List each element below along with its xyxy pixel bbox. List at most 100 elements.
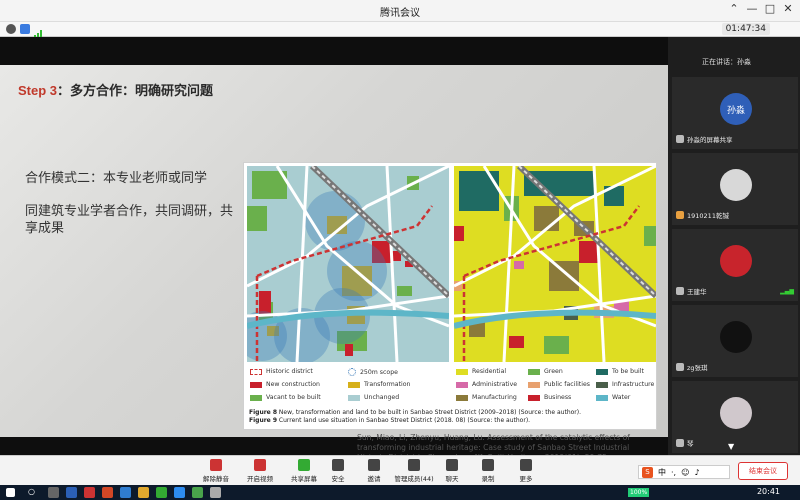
avatar bbox=[720, 397, 752, 429]
maximize-button[interactable]: □ bbox=[762, 2, 778, 15]
legend-swatch bbox=[250, 381, 262, 388]
land-use-figure: Historic district 250m scope New constru… bbox=[243, 162, 657, 430]
record-label: 录制 bbox=[481, 475, 495, 483]
info-icon[interactable] bbox=[6, 24, 16, 34]
shield-icon[interactable] bbox=[20, 24, 30, 34]
legend-swatch bbox=[348, 394, 360, 401]
signal-icon bbox=[34, 24, 44, 39]
edge-icon[interactable] bbox=[120, 487, 131, 498]
legend-item: Public facilities bbox=[528, 381, 590, 388]
land-use-map bbox=[454, 166, 656, 362]
battery-indicator[interactable]: 100% bbox=[628, 488, 650, 497]
record-button[interactable]: 录制 bbox=[468, 459, 508, 483]
mute-button[interactable]: 解除静音 bbox=[196, 459, 236, 483]
windows-start-icon[interactable] bbox=[6, 488, 15, 497]
legend-swatch bbox=[528, 368, 540, 375]
chat-button[interactable]: 聊天 bbox=[432, 459, 472, 483]
legend-item: To be built bbox=[596, 368, 644, 375]
legend-swatch bbox=[596, 381, 608, 388]
record-icon bbox=[482, 459, 494, 471]
fig9-label: Figure 9 bbox=[249, 417, 278, 424]
word-icon[interactable] bbox=[66, 487, 77, 498]
participant-tile[interactable]: zg张琪 bbox=[672, 305, 798, 377]
meeting-toolbar: 解除静音 开启视频 共享屏幕 安全 邀请 管理成员(44) 聊天 录制 更多 S… bbox=[0, 455, 800, 485]
legend-swatch bbox=[250, 368, 262, 375]
legend-item: Manufacturing bbox=[456, 394, 517, 401]
speaking-indicator: 正在讲话：孙淼 bbox=[702, 58, 751, 66]
participant-name: zg张琪 bbox=[676, 362, 708, 372]
add-user-icon bbox=[368, 459, 380, 471]
legend-item: 250m scope bbox=[348, 368, 398, 376]
legend-label: Unchanged bbox=[364, 394, 400, 401]
minimize-button[interactable]: — bbox=[744, 2, 760, 15]
participants-panel: 正在讲话：孙淼 孙淼 孙淼的屏幕共享 1910211乾铖 王建华 ▂▄▆ zg张… bbox=[668, 37, 800, 455]
acrobat-icon[interactable] bbox=[84, 487, 95, 498]
close-button[interactable]: ✕ bbox=[780, 2, 796, 15]
participant-name-text: 王建华 bbox=[687, 288, 707, 296]
invite-button[interactable]: 邀请 bbox=[354, 459, 394, 483]
participant-tile[interactable]: 琴 bbox=[672, 381, 798, 453]
search-icon[interactable]: ○ bbox=[28, 487, 39, 498]
participant-tile[interactable]: 1910211乾铖 bbox=[672, 153, 798, 225]
step-title: ：多方合作：明确研究问题 bbox=[57, 84, 214, 99]
user-icon bbox=[676, 211, 684, 219]
legend-swatch bbox=[348, 381, 360, 388]
security-label: 安全 bbox=[331, 475, 345, 483]
screen-share-icon bbox=[676, 135, 684, 143]
window-titlebar: 腾讯会议 ⌃ — □ ✕ bbox=[0, 0, 800, 22]
change-map bbox=[247, 166, 449, 362]
video-label: 开启视频 bbox=[247, 475, 273, 483]
taskbar-clock[interactable]: 20:41 bbox=[757, 487, 780, 496]
legend-label: Manufacturing bbox=[472, 394, 517, 401]
share-label: 共享屏幕 bbox=[291, 475, 317, 483]
punctuation-icon[interactable]: ·, bbox=[671, 468, 676, 477]
task-view-icon[interactable] bbox=[48, 487, 59, 498]
participant-tile[interactable]: 孙淼 孙淼的屏幕共享 bbox=[672, 77, 798, 149]
step-label: Step 3 bbox=[18, 83, 58, 98]
share-screen-icon bbox=[298, 459, 310, 471]
legend-label: Transformation bbox=[364, 381, 411, 388]
legend-item: Vacant to be built bbox=[250, 394, 321, 401]
emoji-icon[interactable]: ☺ bbox=[681, 468, 689, 477]
slide-heading: Step 3：多方合作：明确研究问题 bbox=[18, 80, 213, 99]
legend-item: Green bbox=[528, 368, 563, 375]
pin-icon[interactable]: ⌃ bbox=[726, 2, 742, 15]
members-icon bbox=[408, 459, 420, 471]
fig8-text: New, transformation and land to be built… bbox=[277, 409, 582, 416]
powerpoint-icon[interactable] bbox=[102, 487, 113, 498]
mic-muted-icon bbox=[210, 459, 222, 471]
wechat-icon[interactable] bbox=[192, 487, 203, 498]
security-button[interactable]: 安全 bbox=[318, 459, 358, 483]
scroll-down-icon[interactable]: ▼ bbox=[728, 442, 734, 451]
legend-label: Vacant to be built bbox=[266, 394, 321, 401]
legend-label: Public facilities bbox=[544, 381, 590, 388]
mic-icon[interactable]: ♪ bbox=[694, 468, 699, 477]
end-meeting-button[interactable]: 结束会议 bbox=[738, 462, 788, 480]
shared-screen-stage: Step 3：多方合作：明确研究问题 合作模式二：本专业老师或同学 同建筑专业学… bbox=[0, 37, 668, 462]
legend-swatch bbox=[456, 381, 468, 388]
ime-toolbar[interactable]: S 中 ·, ☺ ♪ bbox=[638, 465, 730, 479]
mute-label: 解除静音 bbox=[203, 475, 229, 483]
mic-muted-icon bbox=[676, 287, 684, 295]
manage-members-button[interactable]: 管理成员(44) bbox=[392, 459, 436, 483]
avatar: 孙淼 bbox=[720, 93, 752, 125]
ime-mode[interactable]: 中 bbox=[658, 467, 666, 478]
video-button[interactable]: 开启视频 bbox=[240, 459, 280, 483]
legend-label: Residential bbox=[472, 368, 507, 375]
participant-name: 琴 bbox=[676, 438, 694, 448]
invite-label: 邀请 bbox=[367, 475, 381, 483]
app-icon[interactable] bbox=[210, 487, 221, 498]
fig9-text: Current land use situation in Sanbao Str… bbox=[277, 417, 531, 424]
participant-tile[interactable]: 王建华 ▂▄▆ bbox=[672, 229, 798, 301]
legend-swatch bbox=[596, 368, 608, 375]
legend-label: Business bbox=[544, 394, 572, 401]
file-explorer-icon[interactable] bbox=[138, 487, 149, 498]
os-taskbar: ○ 100% 20:41 bbox=[0, 485, 800, 500]
legend-label: Administrative bbox=[472, 381, 518, 388]
collab-desc-text: 同建筑专业学者合作，共同调研，共享成果 bbox=[25, 204, 234, 236]
tencent-meeting-icon[interactable] bbox=[174, 487, 185, 498]
chat-label: 聊天 bbox=[445, 475, 459, 483]
avatar bbox=[720, 245, 752, 277]
more-button[interactable]: 更多 bbox=[506, 459, 546, 483]
chrome-icon[interactable] bbox=[156, 487, 167, 498]
